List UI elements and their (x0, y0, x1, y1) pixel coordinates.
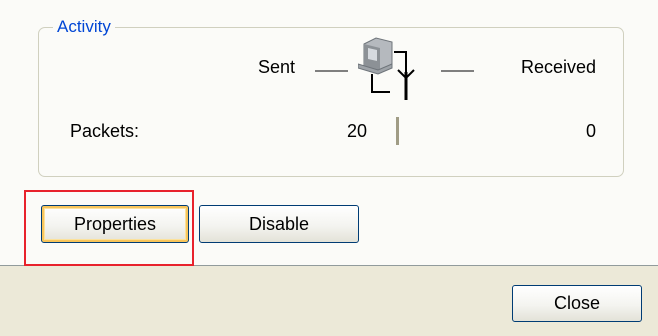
disable-button[interactable]: Disable (199, 205, 359, 243)
sent-label: Sent (258, 57, 296, 77)
properties-button[interactable]: Properties (41, 205, 189, 243)
close-button[interactable]: Close (512, 285, 642, 322)
received-dash-line (441, 70, 474, 72)
activity-groupbox-title: Activity (53, 17, 115, 37)
network-connection-icon (358, 37, 415, 100)
packets-received-value: 0 (585, 121, 596, 141)
packets-sent-value: 20 (346, 121, 367, 141)
sent-dash-line (315, 70, 348, 72)
packets-label: Packets: (70, 121, 140, 141)
received-label: Received (520, 57, 596, 77)
activity-groupbox (38, 27, 624, 177)
general-tab-page: Activity Sent Received Packets: 20 0 Pro… (0, 0, 658, 266)
packets-divider (396, 117, 399, 145)
